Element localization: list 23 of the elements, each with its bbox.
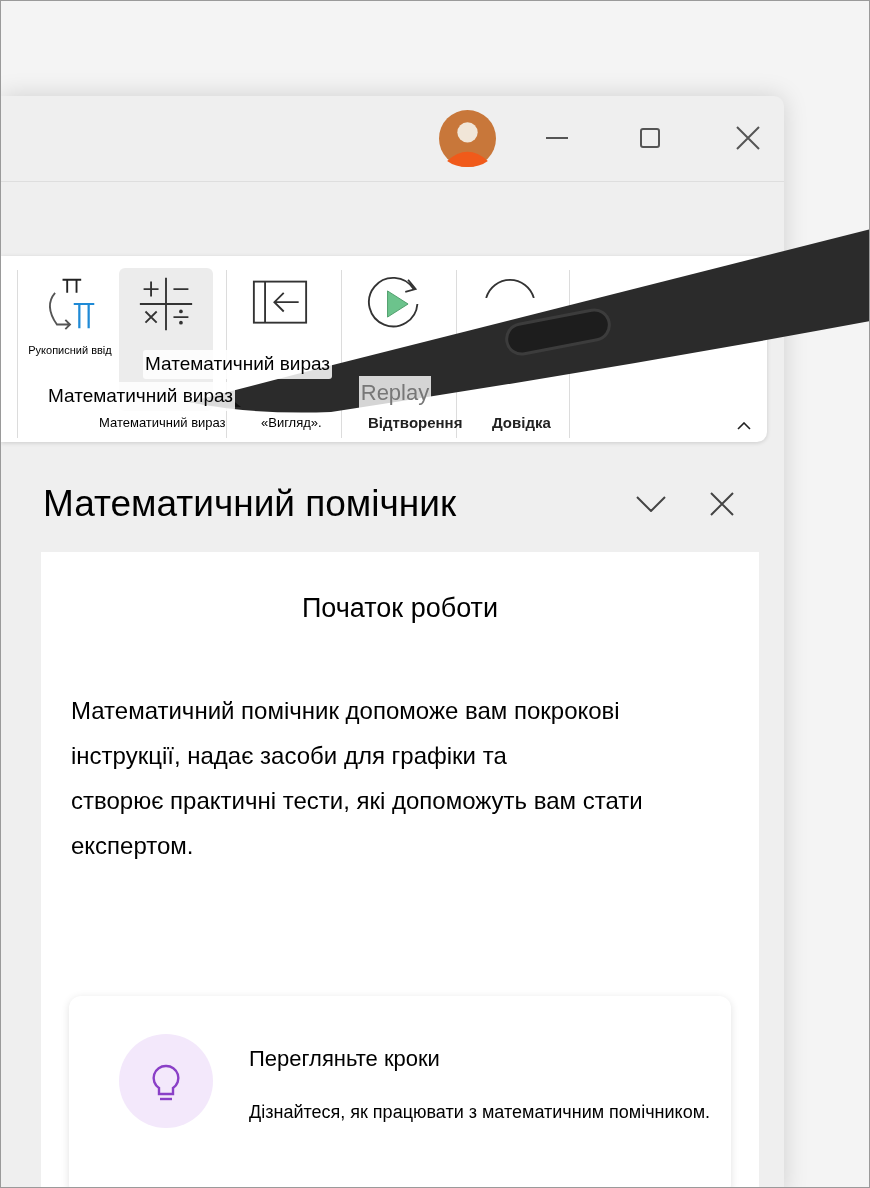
close-icon[interactable] xyxy=(710,491,734,516)
feature-description: Дізнайтеся, як працювати з математичним помічником. xyxy=(249,1101,711,1124)
math-symbols-icon xyxy=(138,276,194,332)
feature-card[interactable]: Перегляньте кроки Дізнайтеся, як працювати з математичним помічником. xyxy=(69,996,731,1187)
button-label[interactable]: Рукописний ввід xyxy=(28,342,112,359)
chevron-down-icon[interactable] xyxy=(636,495,666,512)
help-icon[interactable] xyxy=(482,276,538,298)
group-label: Довідка xyxy=(492,412,551,433)
group-label: Відтворення xyxy=(368,412,463,433)
group-label: Математичний вираз xyxy=(99,414,226,433)
minimize-icon[interactable] xyxy=(546,136,568,141)
card-heading: Початок роботи xyxy=(300,591,500,625)
pane-title: Математичний помічник xyxy=(43,482,458,526)
maximize-icon[interactable] xyxy=(640,128,660,149)
lightbulb-icon xyxy=(119,1034,213,1128)
avatar-icon[interactable] xyxy=(439,109,496,167)
feature-title: Перегляньте кроки xyxy=(249,1045,441,1073)
math-expression-tooltip: Математичний вираз xyxy=(46,382,235,411)
math-expression-tooltip: Математичний вираз xyxy=(143,350,332,379)
collapse-ribbon-icon[interactable] xyxy=(737,422,751,430)
card-paragraph: Математичний помічник допоможе вам покрокові інструкції, надає засоби для графіки та створює практичні тести, які допоможуть вам стати експертом. xyxy=(70,696,644,861)
group-label: «Вигляд». xyxy=(261,414,322,433)
close-icon[interactable] xyxy=(736,126,760,151)
